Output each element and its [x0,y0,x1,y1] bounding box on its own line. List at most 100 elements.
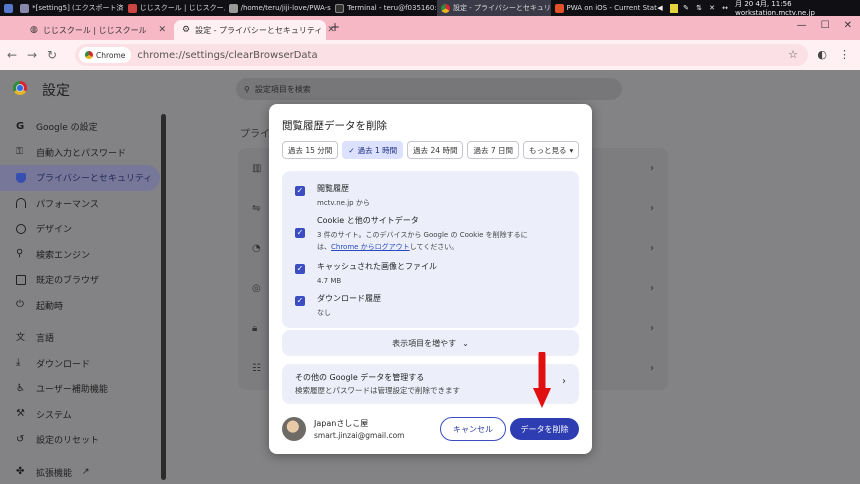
search-input[interactable]: 設定項目を検索 [255,84,311,95]
checkbox-subtitle: 4.7 MB [317,277,342,285]
tab-jiji-school[interactable]: ◍ じじスクール | じじスクール ✕ [22,20,174,40]
back-icon[interactable]: ← [2,48,22,62]
site-info-chip[interactable]: Chrome [79,47,132,63]
key-icon: ⚿ [16,147,23,158]
accessibility-icon: ♿ [16,382,25,394]
chip-label: Chrome [96,50,126,60]
tab-title: 設定 - プライバシーとセキュリティ [195,25,323,35]
close-icon[interactable]: ✕ [158,25,166,35]
browser-icon [127,3,137,13]
checkbox-history[interactable]: ✓ 閲覧履歴 mctv.ne.jp から [295,183,370,209]
chevron-right-icon: › [650,362,654,374]
sidebar-item-accessibility[interactable]: ♿ ユーザー補助機能 [0,376,170,402]
menu-kebab-icon[interactable]: ⋮ [839,48,850,61]
chevron-right-icon: › [650,202,654,214]
checkbox-cache[interactable]: ✓ キャッシュされた画像とファイル 4.7 MB [295,261,437,287]
chip-label: 過去 1 時間 [357,145,398,155]
speedometer-icon [16,198,26,209]
subtitle-text: してください。 [409,243,459,251]
taskbar-item[interactable]: PWA on iOS - Current Stat… [551,0,657,16]
time-range-more[interactable]: もっと見る ▾ [523,141,580,159]
speaker-icon[interactable]: ◀ [657,4,665,13]
taskbar-menu[interactable] [0,0,16,16]
url-text[interactable]: chrome://settings/clearBrowserData [137,50,317,61]
time-range-chips: 過去 15 分間 ✓ 過去 1 時間 過去 24 時間 過去 7 日間 もっと見る… [282,141,580,159]
notes-icon[interactable] [670,3,679,13]
sidebar-item-performance[interactable]: パフォーマンス [0,191,170,217]
time-range-7days[interactable]: 過去 7 日間 [467,141,520,159]
taskbar-item-label: じじスクール | じじスクール [139,4,225,12]
clock[interactable]: 月 20 4月, 11:56 workstation.mctv.ne.jp [735,0,858,17]
os-taskbar: *[setting5] (エクスポート済… じじスクール | じじスクール /h… [0,0,860,17]
sidebar-item-autofill[interactable]: ⚿ 自動入力とパスワード [0,140,170,166]
settings-search[interactable]: ⚲ 設定項目を検索 [236,78,622,100]
chevron-right-icon: › [650,322,654,334]
checkbox-checked-icon[interactable]: ✓ [295,228,305,238]
reload-icon[interactable]: ↻ [42,48,62,62]
toolbar-right: ◐ ⋮ [817,48,850,61]
sidebar-item-search-engine[interactable]: ⚲ 検索エンジン [0,242,170,268]
taskbar-item-label: Terminal - teru@f035160:… [347,4,438,12]
tab-settings[interactable]: ⚙ 設定 - プライバシーとセキュリティ ✕ [174,20,335,40]
sidebar-item-default-browser[interactable]: 既定のブラウザ [0,267,170,293]
browser-toolbar: ← → ↻ Chrome chrome://settings/clearBrow… [0,40,860,70]
sidebar-item-system[interactable]: ⚒ システム [0,402,170,428]
sidebar-item-extensions[interactable]: ✤ 拡張機能 ↗ [0,460,170,484]
manage-title: その他の Google データを管理する [295,373,425,382]
time-range-15min[interactable]: 過去 15 分間 [282,141,339,159]
cancel-button[interactable]: キャンセル [440,417,506,441]
browser-icon [16,274,26,285]
ads-icon: ◎ [252,282,261,294]
sidebar-item-design[interactable]: デザイン [0,216,170,242]
checkbox-checked-icon[interactable]: ✓ [295,186,305,196]
window-close-icon[interactable]: ✕ [844,20,852,31]
data-type-list: ✓ 閲覧履歴 mctv.ne.jp から ✓ Cookie と他のサイトデータ 3… [282,171,579,328]
sidebar-item-startup[interactable]: ⏻ 起動時 [0,293,170,319]
forward-icon[interactable]: → [22,48,42,62]
checkbox-checked-icon[interactable]: ✓ [295,296,305,306]
bookmark-star-icon[interactable]: ☆ [788,48,798,61]
taskbar-item[interactable]: Terminal - teru@f035160:… [331,0,437,16]
new-tab-icon[interactable]: + [330,20,340,34]
page-title: 設定 [42,83,70,99]
reset-icon: ↺ [16,433,25,445]
network-icon[interactable]: ⇅ [696,4,704,13]
delete-data-button[interactable]: データを削除 [510,418,579,440]
sidebar-item-privacy[interactable]: プライバシーとセキュリティ [0,165,160,191]
taskbar-item[interactable]: じじスクール | じじスクール [124,0,225,16]
terminal-icon [335,3,345,13]
checkbox-downloads[interactable]: ✓ ダウンロード履歴 なし [295,293,381,319]
maximize-icon[interactable]: ☐ [821,20,830,31]
sidebar-scrollbar[interactable] [161,114,166,480]
taskbar-item[interactable]: *[setting5] (エクスポート済… [16,0,124,16]
profile-icon[interactable]: ◐ [817,48,827,61]
checkbox-subtitle: 3 件のサイト。このデバイスから Google の Cookie を削除するには… [317,229,528,253]
pen-icon[interactable]: ✎ [683,4,691,13]
time-range-1hour[interactable]: ✓ 過去 1 時間 [342,141,404,159]
shield-icon [16,172,26,183]
checkbox-cookies[interactable]: ✓ Cookie と他のサイトデータ 3 件のサイト。このデバイスから Goog… [295,215,528,253]
chevron-right-icon: › [650,162,654,174]
sidebar-item-google[interactable]: G Google の設定 [0,114,170,140]
sidebar-item-label: デザイン [36,225,73,236]
checkbox-subtitle: なし [317,309,331,317]
taskbar-item[interactable]: /home/teru/jiji-love/PWA-s… [225,0,331,16]
sync-icon[interactable]: ↔ [722,4,730,13]
address-bar[interactable]: Chrome chrome://settings/clearBrowserDat… [75,44,808,66]
sidebar-item-download[interactable]: ⤓ ダウンロード [0,351,170,377]
minimize-icon[interactable]: — [797,20,807,31]
sidebar-item-label: Google の設定 [36,123,98,134]
taskbar-item-active[interactable]: 設定 - プライバシーとセキュリ… [437,0,551,16]
time-range-24hours[interactable]: 過去 24 時間 [407,141,464,159]
tab-strip: ◍ じじスクール | じじスクール ✕ ⚙ 設定 - プライバシーとセキュリティ… [0,16,860,40]
chrome-icon [85,51,93,59]
sidebar-item-reset[interactable]: ↺ 設定のリセット [0,427,170,453]
chrome-logout-link[interactable]: Chrome からログアウト [331,243,410,251]
external-link-icon: ↗ [82,467,90,478]
folder-icon [228,3,238,13]
checkbox-title: ダウンロード履歴 [317,294,381,303]
google-icon: G [16,120,25,132]
checkbox-checked-icon[interactable]: ✓ [295,264,305,274]
mute-icon[interactable]: ✕ [709,4,717,13]
sidebar-item-language[interactable]: 文言語 [0,325,170,351]
